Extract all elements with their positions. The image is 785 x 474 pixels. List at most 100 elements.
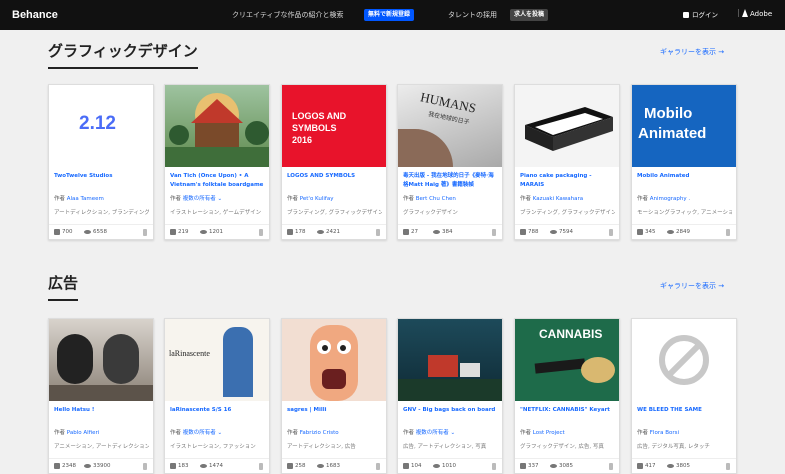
microphone-icon	[259, 463, 263, 470]
author-name[interactable]: 複数の所有者 ⌄	[416, 430, 455, 436]
project-title[interactable]: 毒天出版 - 我在地球的日子《麥特·海格Matt Haig 著》書籍裝幀	[403, 172, 498, 190]
author-name[interactable]: 複数の所有者 ⌄	[183, 430, 222, 436]
eye-icon	[550, 464, 557, 468]
eye-icon	[200, 230, 207, 234]
thumbs-up-icon	[287, 463, 293, 469]
project-thumbnail[interactable]: 2.12	[49, 85, 153, 167]
project-title[interactable]: Mobilo Animated	[637, 172, 732, 181]
boardgame-illustration	[165, 93, 269, 167]
project-card[interactable]: Mobilo Animated Mobilo Animated 作者 Animo…	[631, 84, 737, 240]
project-title[interactable]: GNV - Big bags back on board	[403, 406, 498, 415]
author-name[interactable]: Bert Chu Chen	[416, 196, 456, 202]
gallery-link-advertising[interactable]: ギャラリーを表示 →	[660, 281, 724, 291]
thumbs-up-icon	[170, 229, 176, 235]
project-thumbnail[interactable]	[632, 319, 736, 401]
appreciations-count: 104	[411, 463, 422, 469]
project-card[interactable]: sagres | Milli 作者 Fabrizio Cristo アートディレ…	[281, 318, 387, 474]
eye-icon	[433, 464, 440, 468]
project-title[interactable]: Hello Hatsu !	[54, 406, 149, 415]
microphone-icon	[609, 229, 613, 236]
login-link[interactable]: ログイン	[683, 9, 718, 19]
project-thumbnail[interactable]: CANNABIS	[515, 319, 619, 401]
project-card[interactable]: 2.12 TwoTwelve Studios 作者 Alaa Tameem アー…	[48, 84, 154, 240]
project-stats: 183 1474	[165, 458, 269, 474]
project-author: 作者 Pet'o Kulifay	[287, 196, 334, 202]
project-card[interactable]: WE BLEED THE SAME 作者 Flora Borsi 広告, デジタ…	[631, 318, 737, 474]
hire-talent-link[interactable]: タレントの採用	[448, 10, 497, 20]
project-thumbnail[interactable]	[515, 85, 619, 167]
project-author: 作者 Pablo Alfieri	[54, 430, 100, 436]
project-card[interactable]: CANNABIS "NETFLIX: CANNABIS" Keyart 作者 L…	[514, 318, 620, 474]
project-card[interactable]: Piano cake packaging - MARAIS 作者 Kazuaki…	[514, 84, 620, 240]
appreciations-count: 788	[528, 229, 539, 235]
project-author: 作者 Alaa Tameem	[54, 196, 104, 202]
project-title[interactable]: laRinascente S/S 16	[170, 406, 265, 415]
project-thumbnail[interactable]	[282, 319, 386, 401]
mobilo-line-2: Animated	[638, 125, 707, 142]
project-card[interactable]: laRinascente laRinascente S/S 16 作者 複数の所…	[164, 318, 270, 474]
project-fields: 広告, デジタル写真, レタッチ	[637, 444, 710, 450]
project-stats: 104 1010	[398, 458, 502, 474]
project-fields: アートディレクション, ブランディング	[54, 210, 149, 216]
project-title[interactable]: sagres | Milli	[287, 406, 382, 415]
logos-line-2: SYMBOLS	[292, 123, 337, 133]
signup-button[interactable]: 無料で新規登録	[364, 9, 415, 21]
project-thumbnail[interactable]: laRinascente	[165, 319, 269, 401]
appreciations-count: 345	[645, 229, 656, 235]
project-stats: 258 1683	[282, 458, 386, 474]
project-card[interactable]: LOGOS AND SYMBOLS 2016 LOGOS AND SYMBOLS…	[281, 84, 387, 240]
project-card[interactable]: Van Tich (Once Upon) • A Vietnam's folkt…	[164, 84, 270, 240]
section-title-advertising: 広告	[48, 272, 79, 301]
project-stats: 788 7594	[515, 224, 619, 240]
views-count: 384	[442, 229, 453, 235]
views-count: 1010	[442, 463, 456, 469]
project-thumbnail[interactable]	[165, 85, 269, 167]
views-count: 1474	[209, 463, 223, 469]
author-name[interactable]: Alaa Tameem	[67, 196, 104, 202]
behance-logo[interactable]: Behance	[12, 9, 58, 21]
microphone-icon	[726, 463, 730, 470]
project-card[interactable]: GNV - Big bags back on board 作者 複数の所有者 ⌄…	[397, 318, 503, 474]
author-name[interactable]: Lost Project	[533, 430, 565, 436]
microphone-icon	[143, 463, 147, 470]
post-job-button[interactable]: 求人を投稿	[510, 9, 549, 21]
project-author: 作者 Bert Chu Chen	[403, 196, 456, 202]
project-title[interactable]: Van Tich (Once Upon) • A Vietnam's folkt…	[170, 172, 265, 190]
project-stats: 178 2421	[282, 224, 386, 240]
project-title[interactable]: Piano cake packaging - MARAIS	[520, 172, 615, 190]
top-navigation-bar: Behance クリエイティブな作品の紹介と検索 無料で新規登録 タレントの採用…	[0, 0, 785, 30]
project-card[interactable]: Hello Hatsu ! 作者 Pablo Alfieri アニメーション, …	[48, 318, 154, 474]
author-name[interactable]: 複数の所有者 ⌄	[183, 196, 222, 202]
project-fields: グラフィックデザイン, 広告, 写真	[520, 444, 604, 450]
author-name[interactable]: Fabrizio Cristo	[300, 430, 339, 436]
project-title[interactable]: "NETFLIX: CANNABIS" Keyart	[520, 406, 615, 415]
author-name[interactable]: Flora Borsi	[650, 430, 679, 436]
author-name[interactable]: Pablo Alfieri	[67, 430, 100, 436]
project-stats: 417 3805	[632, 458, 736, 474]
gallery-link-graphic-design[interactable]: ギャラリーを表示 →	[660, 47, 724, 57]
man-figure	[223, 327, 253, 397]
project-thumbnail[interactable]: Mobilo Animated	[632, 85, 736, 167]
rinascente-logo: laRinascente	[169, 349, 210, 358]
section-title-graphic-design: グラフィックデザイン	[48, 40, 198, 69]
browse-link[interactable]: クリエイティブな作品の紹介と検索	[232, 10, 343, 20]
appreciations-count: 183	[178, 463, 189, 469]
views-count: 3085	[559, 463, 573, 469]
adobe-link[interactable]: Adobe	[738, 9, 772, 18]
author-name[interactable]: Animography .	[650, 196, 690, 202]
project-thumbnail[interactable]	[49, 319, 153, 401]
appreciations-count: 258	[295, 463, 306, 469]
project-title[interactable]: LOGOS AND SYMBOLS	[287, 172, 382, 181]
eye-icon	[84, 464, 91, 468]
author-name[interactable]: Pet'o Kulifay	[300, 196, 334, 202]
views-count: 1201	[209, 229, 223, 235]
project-title[interactable]: TwoTwelve Studios	[54, 172, 149, 181]
appreciations-count: 219	[178, 229, 189, 235]
project-thumbnail[interactable]	[398, 319, 502, 401]
project-title[interactable]: WE BLEED THE SAME	[637, 406, 732, 415]
project-thumbnail[interactable]: HUMANS 我在地球的日子	[398, 85, 502, 167]
project-stats: 337 3085	[515, 458, 619, 474]
author-name[interactable]: Kazuaki Kawahara	[533, 196, 583, 202]
project-card[interactable]: HUMANS 我在地球的日子 毒天出版 - 我在地球的日子《麥特·海格Matt …	[397, 84, 503, 240]
project-thumbnail[interactable]: LOGOS AND SYMBOLS 2016	[282, 85, 386, 167]
